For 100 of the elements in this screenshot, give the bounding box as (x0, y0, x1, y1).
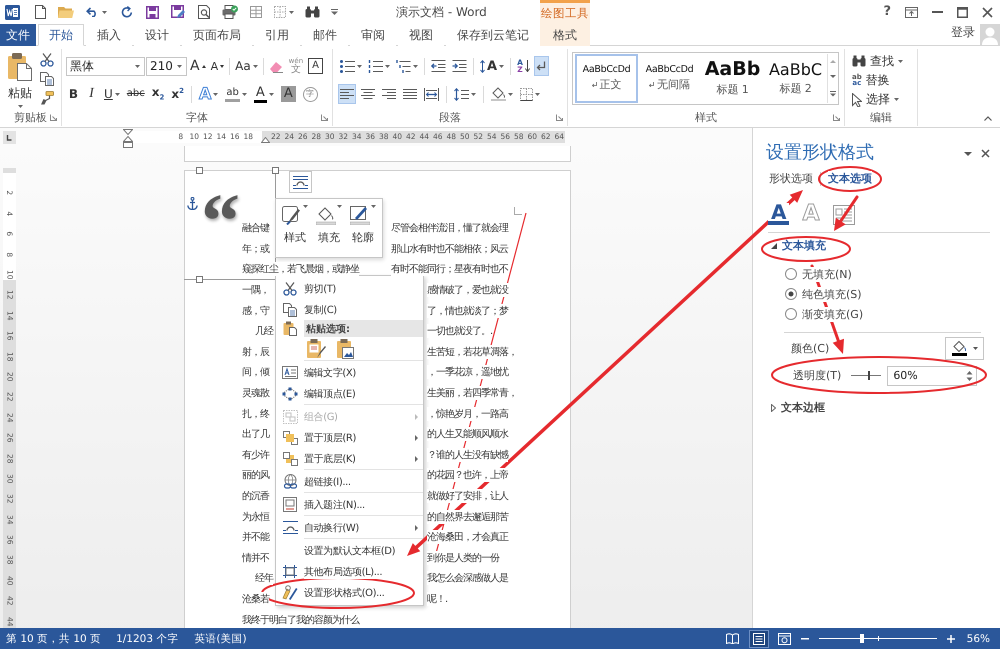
color-picker-button[interactable] (945, 336, 984, 360)
shape-style-button[interactable]: 样式 (278, 205, 312, 257)
new-document-icon[interactable] (35, 5, 46, 19)
underline-button[interactable]: U (102, 84, 122, 104)
repeat-icon[interactable] (121, 6, 133, 18)
menu-item[interactable]: 插入题注(N)... (276, 494, 423, 515)
close-icon[interactable] (981, 149, 990, 158)
right-indent-marker-icon[interactable] (261, 137, 270, 143)
show-marks-button[interactable] (534, 56, 549, 76)
font-size-field[interactable]: 210 (146, 56, 187, 76)
copy-icon[interactable] (40, 72, 54, 86)
collapse-ribbon-icon[interactable] (984, 116, 992, 121)
find-button[interactable]: 查找 (852, 52, 903, 70)
superscript-button[interactable]: x$^{2}$ (169, 84, 186, 104)
maximize-icon[interactable] (957, 6, 968, 18)
print-preview-icon[interactable] (198, 5, 211, 19)
text-effects-button[interactable]: A (197, 84, 220, 104)
pane-options-icon[interactable] (964, 152, 972, 156)
more-icon[interactable] (830, 90, 836, 97)
word-logo-icon[interactable] (5, 4, 20, 20)
menu-item[interactable]: 设置形状格式(O)... (276, 582, 423, 603)
highlight-button[interactable]: ab (223, 84, 249, 104)
select-button[interactable]: 选择 (852, 90, 903, 109)
section-header[interactable]: 文本边框 (766, 400, 990, 415)
resize-handle[interactable] (196, 276, 203, 283)
layout-options-button[interactable] (289, 171, 312, 193)
radio-option[interactable]: 无填充(N) (785, 264, 990, 284)
ribbon-tab[interactable]: 格式 (540, 24, 590, 46)
menu-item[interactable]: 复制(C) (276, 299, 423, 320)
undo-icon[interactable] (86, 7, 99, 17)
menu-item[interactable]: 设置为默认文本框(D) (276, 540, 423, 561)
slider-thumb[interactable] (868, 371, 870, 380)
dialog-launcher-icon[interactable] (833, 114, 840, 121)
pane-tab[interactable]: 文本选项 (828, 171, 872, 186)
text-fill-outline-tab[interactable]: A (768, 203, 790, 225)
resize-handle[interactable] (272, 167, 279, 174)
menu-item[interactable]: 超链接(I)... (276, 471, 423, 492)
ribbon-display-options-icon[interactable] (905, 6, 918, 18)
word-count[interactable]: 1/1203 个字 (116, 632, 178, 646)
change-case-button[interactable]: Aa (233, 56, 260, 76)
transparency-field[interactable]: 60% (887, 366, 978, 386)
dialog-launcher-icon[interactable] (556, 114, 563, 121)
table-icon[interactable] (250, 6, 262, 18)
language[interactable]: 英语(美国) (194, 632, 247, 646)
menu-item[interactable]: 置于顶层(R) (276, 427, 423, 448)
bold-button[interactable]: B (66, 84, 81, 104)
menu-item[interactable]: 自动换行(W) (276, 517, 423, 538)
dialog-launcher-icon[interactable] (321, 114, 328, 121)
shape-fill-button[interactable]: 填充 (312, 205, 346, 257)
tab-selector-icon[interactable] (3, 131, 16, 144)
view-button[interactable] (748, 630, 769, 648)
ribbon-tab[interactable]: 开始 (38, 24, 84, 46)
scissors-icon[interactable] (40, 53, 54, 67)
menu-item[interactable]: 剪切(T) (276, 278, 423, 299)
zoom-in-icon[interactable] (946, 634, 955, 642)
italic-button[interactable]: I (84, 84, 99, 104)
resize-handle[interactable] (196, 167, 203, 174)
section-header[interactable]: 文本填充 (766, 238, 990, 253)
save-as-icon[interactable] (171, 5, 185, 19)
format-painter-icon[interactable] (40, 91, 54, 105)
file-tab[interactable]: 文件 (0, 24, 36, 46)
paste-button[interactable]: 粘贴 (7, 52, 33, 108)
save-icon[interactable] (146, 6, 159, 18)
subscript-button[interactable]: x$_{2}$ (150, 84, 166, 104)
clipboard-icon (283, 321, 297, 336)
character-shading-button[interactable]: A (278, 84, 298, 104)
menu-item[interactable]: 编辑文字(X) (276, 362, 423, 383)
radio-option[interactable]: 纯色填充(S) (785, 284, 990, 304)
align-left-button[interactable] (338, 84, 356, 104)
character-border-button[interactable]: A (306, 56, 325, 76)
sign-in-link[interactable]: 登录 (951, 24, 975, 45)
font-name-field[interactable]: 黑体 (66, 56, 145, 76)
binoculars-icon[interactable] (305, 6, 320, 18)
caret-icon (972, 346, 978, 350)
asian-layout-button[interactable]: A (478, 56, 506, 76)
dialog-launcher-icon[interactable] (50, 114, 57, 121)
font-color-button[interactable]: A (252, 84, 276, 104)
help-button[interactable]: ? (883, 5, 891, 19)
slider-thumb[interactable] (860, 634, 864, 643)
clipboard-picture-icon[interactable] (336, 338, 354, 359)
menu-item[interactable]: 编辑顶点(E) (276, 383, 423, 404)
shape-outline-button[interactable]: 轮廓 (346, 205, 380, 257)
menu-item[interactable]: 置于底层(K) (276, 448, 423, 469)
radio-option[interactable]: 渐变填充(G) (785, 304, 990, 324)
grow-font-button[interactable]: A (188, 56, 208, 76)
zoom-slider[interactable] (818, 634, 937, 643)
close-icon[interactable] (982, 6, 993, 18)
shrink-font-button[interactable]: A (208, 56, 226, 76)
menu-item[interactable]: 其他布局选项(L)... (276, 561, 423, 582)
transparency-slider[interactable] (851, 371, 882, 380)
clipboard-brush-icon[interactable] (306, 338, 326, 359)
zoom-level[interactable]: 56% (966, 632, 990, 644)
page-count[interactable]: 第 10 页，共 10 页 (6, 632, 102, 646)
scroll-down-icon[interactable] (830, 75, 836, 78)
strikethrough-button[interactable]: abc (124, 84, 147, 104)
printer-icon[interactable] (222, 5, 238, 19)
indent-marker-icon[interactable] (123, 129, 133, 149)
pane-tab[interactable]: 形状选项 (769, 171, 813, 186)
style-option[interactable]: AaBbCcDd 正文 (575, 54, 638, 103)
customize-toolbar-icon[interactable] (331, 9, 338, 15)
